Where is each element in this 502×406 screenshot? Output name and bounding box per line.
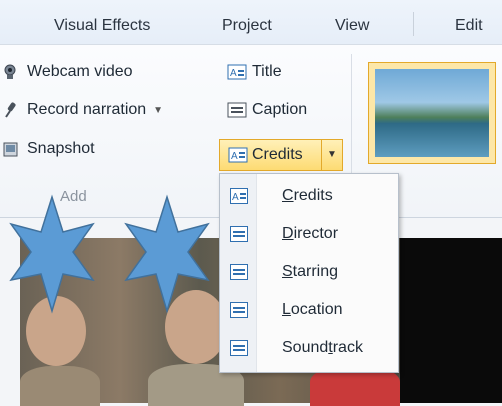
menu-item-label: Starring [282,263,339,280]
tab-project[interactable]: Project [222,17,272,35]
chevron-down-icon: ▼ [327,149,337,160]
menu-item-label: Soundtrack [282,339,363,356]
snapshot-label: Snapshot [27,140,95,157]
credits-split-button[interactable]: A Credits ▼ [219,139,343,171]
menu-item-label: Credits [282,187,333,204]
webcam-video-button[interactable]: Webcam video [2,63,133,81]
menu-item-credits[interactable]: A Credits [220,178,398,216]
menu-item-soundtrack[interactable]: Soundtrack [220,330,398,368]
menu-item-label: Director [282,225,339,242]
person-shirt [20,366,100,406]
credits-dropdown-arrow[interactable]: ▼ [321,140,342,170]
svg-text:A: A [230,68,237,79]
credits-label: Credits [252,146,303,163]
record-narration-button[interactable]: Record narration ▼ [2,101,163,119]
credits-icon: A [228,146,248,164]
menu-item-location[interactable]: Location [220,292,398,330]
caption-button[interactable]: Caption [227,101,307,119]
caption-label: Caption [252,101,308,118]
title-button[interactable]: A Title [227,63,282,81]
caption-icon [230,264,248,280]
microphone-icon [2,101,20,119]
theme-thumbnail[interactable] [368,62,496,164]
video-preview-dark-area [400,238,502,403]
credits-dropdown-menu: A Credits Director Starring Location Sou… [219,173,399,373]
snapshot-button[interactable]: Snapshot [2,140,95,158]
credits-icon: A [230,188,248,204]
caption-icon [227,101,247,119]
tab-edit[interactable]: Edit [455,17,483,35]
svg-text:A: A [231,151,238,162]
tab-view[interactable]: View [335,17,369,35]
chevron-down-icon[interactable]: ▼ [153,105,163,116]
tab-visual-effects[interactable]: Visual Effects [54,17,150,35]
landscape-thumbnail-image [375,69,489,157]
title-label: Title [252,63,282,80]
star-shape [9,194,95,314]
webcam-icon [2,63,20,81]
snapshot-icon [2,140,20,158]
caption-icon [230,302,248,318]
caption-icon [230,226,248,242]
title-icon: A [227,63,247,81]
record-narration-label: Record narration [27,101,147,118]
star-shape [124,194,210,314]
menu-item-label: Location [282,301,343,318]
menu-item-starring[interactable]: Starring [220,254,398,292]
credits-button-main[interactable]: A Credits [228,146,303,164]
menu-item-director[interactable]: Director [220,216,398,254]
caption-icon [230,340,248,356]
ribbon-tab-bar: Visual Effects Project View Edit [0,0,502,45]
svg-text:A: A [232,192,239,203]
webcam-video-label: Webcam video [27,63,133,80]
tab-separator [413,12,414,36]
